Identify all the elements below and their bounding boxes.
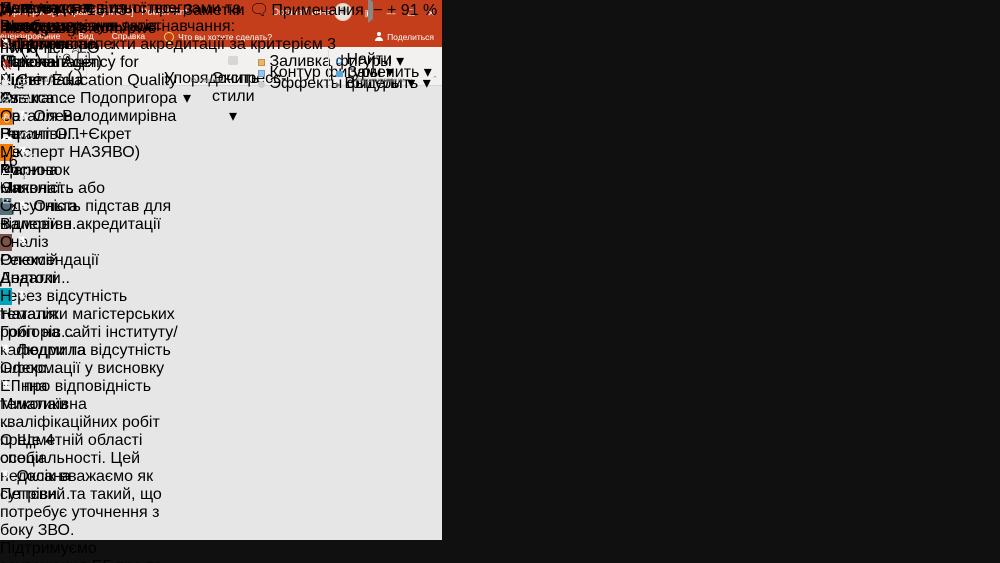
taskbar: W P ⌃ УКР 15:43 Чт 07.11.24: [0, 0, 127, 38]
participant-name: Інна Миколаївна ...: [0, 378, 87, 431]
raise-hand-button[interactable]: [0, 112, 17, 129]
present-button[interactable]: [17, 94, 30, 111]
activities-button[interactable]: [19, 172, 34, 190]
participants-button[interactable]: 16: [0, 153, 38, 170]
powerpoint-icon: P: [19, 2, 30, 19]
participant-tile[interactable]: Людмила Олекс...: [0, 342, 87, 378]
zoom-level[interactable]: 91 %: [401, 2, 437, 19]
more-options-button[interactable]: [17, 112, 30, 129]
quick-styles-icon: [228, 56, 238, 65]
participant-initial: О: [0, 234, 13, 251]
mic-muted-icon: [17, 234, 29, 251]
ribbon-separator: [328, 50, 329, 82]
chat-button[interactable]: [0, 173, 19, 190]
more-participants-tile[interactable]: О Ще 4 особи: [0, 432, 87, 468]
mic-muted-icon: [0, 378, 12, 395]
quick-styles-button[interactable]: Экспресс- стили ▾: [212, 52, 286, 126]
share-person-icon: [374, 32, 383, 41]
word-icon: W: [0, 2, 16, 19]
zoom-out-button[interactable]: −: [373, 2, 382, 19]
zoom-in-button[interactable]: +: [387, 2, 396, 19]
more-participants-avatars: О: [0, 432, 13, 449]
participants-count-badge: 16: [0, 153, 18, 170]
group-label-editing: Редактирование: [355, 77, 405, 84]
screen: Критерій 3[Compatibility Mode] - PowerPo…: [0, 0, 1000, 563]
mic-muted-icon: [16, 288, 28, 305]
tray-expand-icon[interactable]: ⌃: [34, 2, 47, 19]
share-button[interactable]: Поделиться: [374, 26, 434, 47]
language-indicator[interactable]: УКР: [52, 2, 82, 19]
collapse-ribbon-icon[interactable]: ⌃: [432, 75, 438, 83]
mic-muted-icon: [0, 468, 12, 485]
participant-initial: Н: [0, 288, 12, 305]
participant-tile[interactable]: Н Наталія Григорів...: [0, 288, 87, 342]
mic-muted-icon: [0, 342, 12, 359]
taskbar-word[interactable]: W: [0, 2, 15, 19]
meeting-details-button[interactable]: [19, 131, 34, 149]
host-controls-button[interactable]: [0, 193, 15, 210]
mic-muted-button[interactable]: [0, 58, 17, 75]
participant-name: Олексій Анатолі...: [0, 252, 70, 287]
end-call-button[interactable]: [0, 132, 19, 149]
participant-tile[interactable]: О Олексій Анатолі...: [0, 234, 87, 288]
mic-options-chevron-icon[interactable]: ⌃: [25, 38, 38, 55]
participant-name: Людмила Олекс...: [0, 342, 87, 377]
participant-tile[interactable]: Оксана Петрівн...: [0, 468, 87, 504]
taskbar-powerpoint[interactable]: P: [20, 2, 30, 19]
participant-name: Наталія Григорів...: [0, 306, 75, 341]
captions-button[interactable]: [17, 76, 30, 93]
camera-button[interactable]: [0, 76, 17, 93]
comments-button[interactable]: 🗨 Примечания: [249, 2, 368, 19]
notes-button[interactable]: ≑ Заметки: [168, 2, 249, 19]
camera-options-chevron-icon[interactable]: ⌃: [17, 58, 30, 75]
reactions-button[interactable]: [0, 94, 17, 111]
participant-tile[interactable]: Інна Миколаївна ...: [0, 378, 87, 432]
